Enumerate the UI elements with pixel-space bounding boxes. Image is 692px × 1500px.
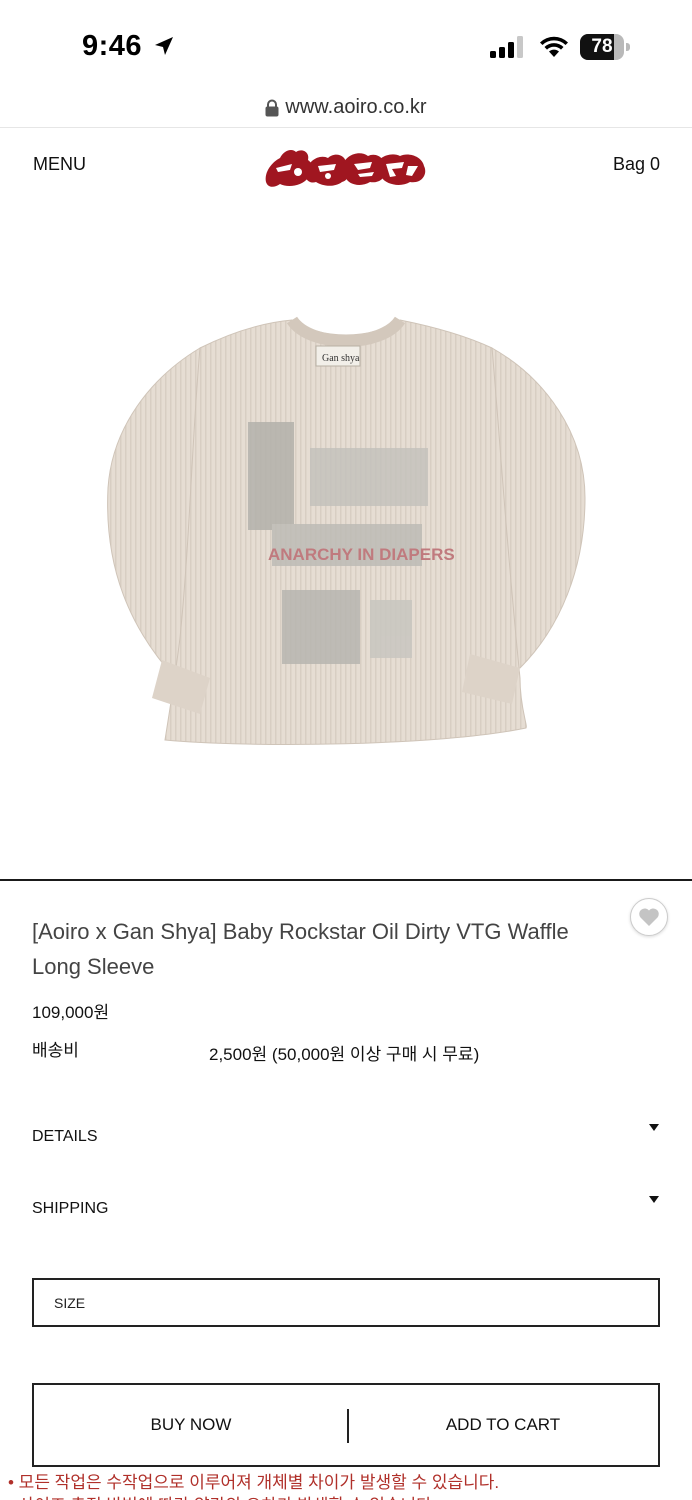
product-title: [Aoiro x Gan Shya] Baby Rockstar Oil Dir… [32, 919, 569, 979]
size-select[interactable]: SIZE [32, 1278, 660, 1327]
shirt-print-text: ANARCHY IN DIAPERS [268, 545, 455, 564]
shipping-fee-label: 배송비 [32, 1041, 79, 1060]
caret-down-icon [649, 1124, 659, 1131]
notice-handmade: • 모든 작업은 수작업으로 이루어져 개체별 차이가 발생할 수 있습니다. [8, 1473, 500, 1492]
status-bar: 9:46 78 [0, 0, 692, 92]
purchase-actions: BUY NOW ADD TO CART [32, 1383, 660, 1467]
cellular-signal-icon [490, 36, 523, 58]
battery-icon: 78 [580, 34, 630, 60]
url-text: www.aoiro.co.kr [285, 96, 427, 118]
product-image[interactable]: ANARCHY IN DIAPERS Gan shya [0, 208, 692, 880]
aoiro-logo[interactable] [262, 142, 430, 190]
caret-down-icon [649, 1196, 659, 1203]
collar-tag-text: Gan shya [322, 353, 360, 364]
lock-icon [265, 99, 279, 116]
heart-icon [639, 908, 659, 926]
shipping-fee-value: 2,500원 (50,000원 이상 구매 시 무료) [209, 1045, 480, 1064]
details-label: DETAILS [32, 1128, 98, 1145]
shipping-label: SHIPPING [32, 1200, 109, 1217]
status-time: 9:46 [82, 30, 143, 62]
details-accordion[interactable]: DETAILS [32, 1124, 660, 1158]
section-divider [0, 879, 692, 881]
menu-button[interactable]: MENU [33, 154, 86, 175]
buy-now-button[interactable]: BUY NOW [34, 1385, 348, 1465]
size-select-label: SIZE [54, 1295, 86, 1311]
product-price: 109,000원 [32, 1003, 110, 1022]
shipping-accordion[interactable]: SHIPPING [32, 1196, 660, 1230]
address-bar[interactable]: www.aoiro.co.kr [0, 92, 692, 128]
site-header: MENU Bag 0 [0, 128, 692, 208]
wishlist-button[interactable] [630, 898, 668, 936]
location-arrow-icon [155, 37, 173, 55]
wifi-icon [540, 36, 568, 57]
add-to-cart-button[interactable]: ADD TO CART [348, 1385, 658, 1465]
bag-button[interactable]: Bag 0 [613, 154, 660, 175]
battery-percent: 78 [591, 36, 613, 57]
notice-measurement: • 사이즈 측정 방법에 따라 약간의 오차가 발생할 수 있습니다. [8, 1491, 437, 1500]
